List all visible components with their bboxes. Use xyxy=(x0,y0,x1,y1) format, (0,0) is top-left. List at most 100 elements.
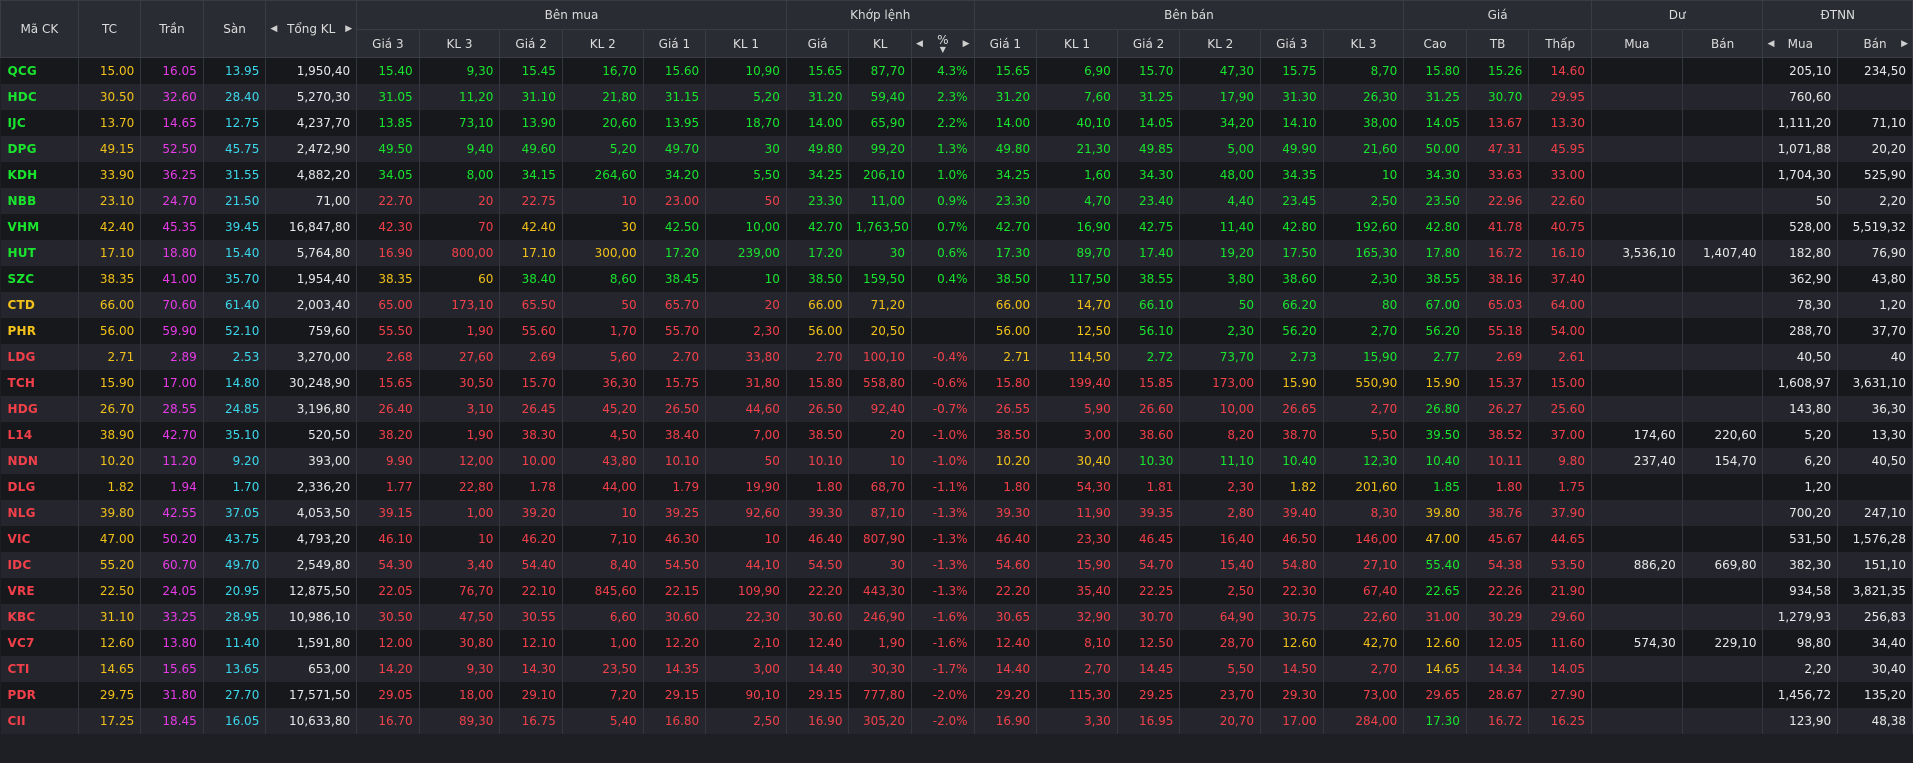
col-high[interactable]: Cao xyxy=(1403,29,1467,58)
col-bid-price-3[interactable]: Giá 3 xyxy=(356,29,420,58)
col-ref[interactable]: TC xyxy=(77,0,142,58)
high-price-cell: 50.00 xyxy=(1403,136,1467,162)
col-match-price[interactable]: Giá xyxy=(785,29,850,58)
table-row[interactable]: DPG 49.15 52.50 45.75 2,472,90 49.50 9,40 49.60… xyxy=(0,136,1913,162)
ceiling-price-cell: 32.60 xyxy=(140,84,204,110)
table-row[interactable]: LDG 2.71 2.89 2.53 3,270,00 2.68 27,60 2.69 5,60… xyxy=(0,344,1913,370)
ask-price-cell: 15.75 xyxy=(1260,57,1324,84)
table-row[interactable]: NLG 39.80 42.55 37.05 4,053,50 39.15 1,00 39.20… xyxy=(0,500,1913,526)
residual-sell-cell xyxy=(1682,84,1764,110)
caret-right-icon[interactable]: ▶ xyxy=(1901,39,1908,49)
table-row[interactable]: VRE 22.50 24.05 20.95 12,875,50 22.05 76,70 22.… xyxy=(0,578,1913,604)
foreign-sell-cell: 2,20 xyxy=(1837,188,1913,214)
bid-volume-cell: 21,80 xyxy=(562,84,644,110)
table-row[interactable]: QCG 15.00 16.05 13.95 1,950,40 15.40 9,30 15.45… xyxy=(0,57,1913,84)
table-row[interactable]: HUT 17.10 18.80 15.40 5,764,80 16.90 800,00 17.… xyxy=(0,240,1913,266)
col-bid-price-1[interactable]: Giá 1 xyxy=(642,29,707,58)
ask-volume-cell: 284,00 xyxy=(1323,708,1405,734)
col-ask-price-3[interactable]: Giá 3 xyxy=(1260,29,1324,58)
table-row[interactable]: NBB 23.10 24.70 21.50 71,00 22.70 20 22.75 10 23.… xyxy=(0,188,1913,214)
low-price-cell: 15.00 xyxy=(1528,370,1592,396)
col-foreign-buy[interactable]: ◀ Mua xyxy=(1762,29,1839,58)
col-foreign-sell[interactable]: Bán ▶ xyxy=(1837,29,1913,58)
match-percent-cell: 2.2% xyxy=(911,110,975,136)
caret-left-icon[interactable]: ◀ xyxy=(916,39,923,49)
total-volume-cell: 5,270,30 xyxy=(265,84,358,110)
residual-sell-cell xyxy=(1682,370,1764,396)
col-bid-price-2[interactable]: Giá 2 xyxy=(499,29,563,58)
table-row[interactable]: VIC 47.00 50.20 43.75 4,793,20 46.10 10 46.20 7,… xyxy=(0,526,1913,552)
bid-volume-cell: 20 xyxy=(419,188,501,214)
table-row[interactable]: CTD 66.00 70.60 61.40 2,003,40 65.00 173,10 65.… xyxy=(0,292,1913,318)
bid-volume-cell: 30 xyxy=(705,136,787,162)
col-symbol[interactable]: Mã CK xyxy=(0,0,79,58)
table-row[interactable]: HDG 26.70 28.55 24.85 3,196,80 26.40 3,10 26.45… xyxy=(0,396,1913,422)
ask-volume-cell: 5,00 xyxy=(1179,136,1262,162)
col-match-pct[interactable]: ◀ % ▼ ▶ xyxy=(911,29,975,58)
bid-price-cell: 39.20 xyxy=(499,500,563,526)
table-row[interactable]: HDC 30.50 32.60 28.40 5,270,30 31.05 11,20 31.1… xyxy=(0,84,1913,110)
bid-volume-cell: 1,90 xyxy=(419,318,501,344)
residual-buy-cell xyxy=(1591,656,1683,682)
total-volume-cell: 759,60 xyxy=(265,318,358,344)
col-symbol-label: Mã CK xyxy=(20,22,59,36)
table-row[interactable]: CTI 14.65 15.65 13.65 653,00 14.20 9,30 14.30 23… xyxy=(0,656,1913,682)
ask-volume-cell: 117,50 xyxy=(1036,266,1118,292)
ask-volume-cell: 27,10 xyxy=(1323,552,1405,578)
table-row[interactable]: NDN 10.20 11.20 9.20 393,00 9.90 12,00 10.00 43,… xyxy=(0,448,1913,474)
table-row[interactable]: TCH 15.90 17.00 14.80 30,248,90 15.65 30,50 15.… xyxy=(0,370,1913,396)
table-row[interactable]: L14 38.90 42.70 35.10 520,50 38.20 1,90 38.30 4,… xyxy=(0,422,1913,448)
table-row[interactable]: VHM 42.40 45.35 39.45 16,847,80 42.30 70 42.40 3… xyxy=(0,214,1913,240)
ask-price-cell: 31.30 xyxy=(1260,84,1324,110)
col-residual-sell[interactable]: Bán xyxy=(1681,29,1764,58)
avg-price-cell: 13.67 xyxy=(1466,110,1530,136)
residual-sell-cell: 1,407,40 xyxy=(1682,240,1764,266)
col-residual-buy[interactable]: Mua xyxy=(1590,29,1683,58)
col-ask-price-1[interactable]: Giá 1 xyxy=(973,29,1038,58)
col-ask-vol-2[interactable]: KL 2 xyxy=(1179,29,1262,58)
bid-volume-cell: 5,40 xyxy=(562,708,644,734)
col-bid-vol-3[interactable]: KL 3 xyxy=(418,29,501,58)
table-row[interactable]: PDR 29.75 31.80 27.70 17,571,50 29.05 18,00 29.… xyxy=(0,682,1913,708)
caret-right-icon[interactable]: ▶ xyxy=(963,39,970,49)
table-row[interactable]: SZC 38.35 41.00 35.70 1,954,40 38.35 60 38.40 8,… xyxy=(0,266,1913,292)
col-bid-vol-2[interactable]: KL 2 xyxy=(561,29,644,58)
table-row[interactable]: IJC 13.70 14.65 12.75 4,237,70 13.85 73,10 13.9… xyxy=(0,110,1913,136)
col-ask-price-2[interactable]: Giá 2 xyxy=(1116,29,1181,58)
bid-price-cell: 55.70 xyxy=(643,318,707,344)
col-total-vol[interactable]: ◀ Tổng KL ▶ xyxy=(265,0,358,58)
symbol-cell: VHM xyxy=(0,214,79,240)
caret-down-icon[interactable]: ▼ xyxy=(937,45,948,53)
bid-volume-cell: 23,50 xyxy=(562,656,644,682)
table-row[interactable]: KDH 33.90 36.25 31.55 4,882,20 34.05 8,00 34.15… xyxy=(0,162,1913,188)
floor-price-cell: 37.05 xyxy=(203,500,267,526)
caret-left-icon[interactable]: ◀ xyxy=(270,24,277,34)
residual-sell-cell xyxy=(1682,110,1764,136)
bid-price-cell: 38.45 xyxy=(643,266,707,292)
table-row[interactable]: DLG 1.82 1.94 1.70 2,336,20 1.77 22,80 1.78 44,0… xyxy=(0,474,1913,500)
table-row[interactable]: IDC 55.20 60.70 49.70 2,549,80 54.30 3,40 54.40… xyxy=(0,552,1913,578)
high-price-cell: 39.80 xyxy=(1403,500,1467,526)
bid-price-cell: 49.60 xyxy=(499,136,563,162)
caret-left-icon[interactable]: ◀ xyxy=(1767,39,1774,49)
table-row[interactable]: VC7 12.60 13.80 11.40 1,591,80 12.00 30,80 12.1… xyxy=(0,630,1913,656)
ref-price-cell: 31.10 xyxy=(78,604,142,630)
table-row[interactable]: PHR 56.00 59.90 52.10 759,60 55.50 1,90 55.60 1,… xyxy=(0,318,1913,344)
table-row[interactable]: CII 17.25 18.45 16.05 10,633,80 16.70 89,30 16.… xyxy=(0,708,1913,734)
col-bid-vol-1[interactable]: KL 1 xyxy=(705,29,787,58)
ask-price-cell: 1.82 xyxy=(1260,474,1324,500)
col-avg[interactable]: TB xyxy=(1465,29,1530,58)
foreign-sell-cell: 40,50 xyxy=(1837,448,1913,474)
col-ask-vol-1[interactable]: KL 1 xyxy=(1036,29,1118,58)
col-match-vol[interactable]: KL xyxy=(848,29,912,58)
table-row[interactable]: KBC 31.10 33.25 28.95 10,986,10 30.50 47,50 30.… xyxy=(0,604,1913,630)
caret-right-icon[interactable]: ▶ xyxy=(345,24,352,34)
col-ceiling[interactable]: Trần xyxy=(140,0,204,58)
match-price-cell: 14.40 xyxy=(786,656,850,682)
col-floor[interactable]: Sàn xyxy=(202,0,267,58)
col-ask-vol-3[interactable]: KL 3 xyxy=(1322,29,1405,58)
residual-buy-cell xyxy=(1591,57,1683,84)
col-low[interactable]: Thấp xyxy=(1528,29,1592,58)
floor-price-cell: 52.10 xyxy=(203,318,267,344)
low-price-cell: 25.60 xyxy=(1528,396,1592,422)
